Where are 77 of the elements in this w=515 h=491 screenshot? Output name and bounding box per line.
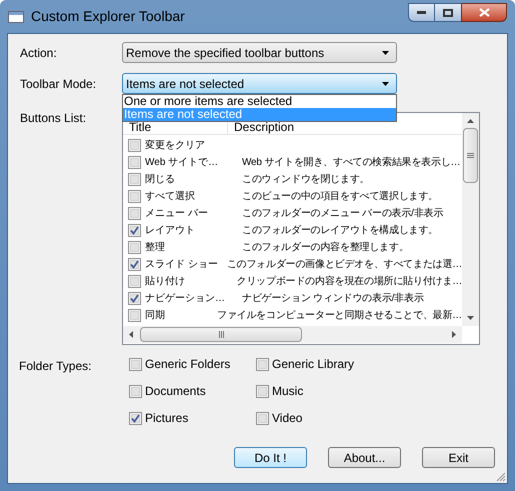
action-dropdown[interactable]: Remove the specified toolbar buttons bbox=[122, 42, 397, 63]
grip-icon bbox=[467, 153, 474, 158]
action-label: Action: bbox=[20, 44, 58, 62]
scroll-thumb[interactable] bbox=[140, 327, 302, 342]
table-cell-text: 整理 bbox=[145, 241, 166, 255]
table-cell-text: ナビゲーション… bbox=[145, 292, 226, 306]
checkbox[interactable] bbox=[128, 139, 141, 152]
grip-icon bbox=[218, 331, 224, 338]
minimize-button[interactable] bbox=[408, 3, 435, 22]
caret-icon bbox=[382, 82, 389, 86]
table-cell-text: このフォルダーのレイアウトを構成します。 bbox=[242, 224, 438, 238]
table-cell-text: クリップボードの内容を現在の場所に貼り付けま… bbox=[236, 274, 462, 289]
toolbar-mode-dropdown[interactable]: Items are not selected bbox=[122, 73, 397, 94]
checkbox[interactable] bbox=[128, 292, 141, 305]
checkbox[interactable] bbox=[129, 412, 142, 424]
scroll-thumb[interactable] bbox=[463, 128, 478, 183]
checkbox[interactable] bbox=[128, 275, 141, 288]
dropdown-value: Remove the specified toolbar buttons bbox=[126, 44, 324, 62]
table-cell-text: Web サイトで… bbox=[145, 156, 220, 170]
checkbox[interactable] bbox=[256, 384, 269, 398]
left-arrow-icon bbox=[129, 331, 133, 338]
app-icon bbox=[8, 10, 24, 22]
table-cell-text: ナビゲーション ウィンドウの表示/非表示 bbox=[242, 292, 424, 306]
table-cell-text: このビューの中の項目をすべて選択します。 bbox=[242, 190, 438, 204]
dialog-button[interactable]: Do It ! bbox=[234, 447, 307, 468]
checkbox[interactable] bbox=[129, 358, 142, 370]
checkbox-label: Documents bbox=[145, 383, 206, 400]
checkbox[interactable] bbox=[128, 241, 141, 254]
checkbox-label: Pictures bbox=[145, 410, 188, 427]
minimize-icon bbox=[417, 11, 426, 14]
close-button[interactable] bbox=[461, 3, 507, 22]
checkbox[interactable] bbox=[129, 384, 142, 398]
dropdown-value: Items are not selected bbox=[126, 76, 244, 92]
table-cell-text: ファイルをコンピューターと同期させることで、最新… bbox=[216, 308, 462, 323]
checkbox[interactable] bbox=[128, 309, 141, 322]
table-cell-text: メニュー バー bbox=[145, 207, 209, 221]
buttons-list-label: Buttons List: bbox=[20, 110, 88, 127]
folder-types-label: Folder Types: bbox=[19, 358, 92, 375]
dialog-button[interactable]: Exit bbox=[422, 447, 495, 468]
checkbox[interactable] bbox=[128, 207, 141, 220]
toolbar-mode-label: Toolbar Mode: bbox=[20, 76, 98, 92]
maximize-button[interactable] bbox=[435, 3, 461, 22]
horizontal-scrollbar[interactable] bbox=[123, 326, 462, 343]
dialog-button[interactable]: About... bbox=[328, 447, 401, 468]
table-cell-text: このフォルダーのメニュー バーの表示/非表示 bbox=[242, 206, 444, 221]
checkbox-label: Generic Library bbox=[272, 356, 354, 373]
close-icon bbox=[478, 8, 490, 17]
checkbox-label: Music bbox=[272, 383, 304, 400]
table-cell-text: レイアウト bbox=[145, 224, 196, 238]
checkbox-label: Generic Folders bbox=[145, 356, 230, 373]
down-arrow-icon bbox=[467, 316, 474, 320]
checkbox[interactable] bbox=[128, 156, 141, 169]
vertical-scrollbar[interactable] bbox=[462, 113, 479, 326]
table-cell-text: スライド ショー bbox=[145, 258, 219, 272]
checkbox[interactable] bbox=[256, 412, 269, 424]
table-cell-text: このフォルダーの内容を整理します。 bbox=[242, 240, 409, 255]
checkbox-label: Video bbox=[272, 410, 302, 427]
checkbox[interactable] bbox=[128, 224, 141, 237]
up-arrow-icon bbox=[467, 119, 474, 123]
checkbox[interactable] bbox=[128, 190, 141, 203]
table-cell-text: すべて選択 bbox=[145, 190, 196, 204]
table-cell-text: 閉じる bbox=[145, 173, 176, 187]
window-title: Custom Explorer Toolbar bbox=[31, 7, 185, 26]
caret-icon bbox=[382, 50, 389, 54]
table-cell-text: 貼り付け bbox=[145, 274, 186, 289]
table-cell-text: 同期 bbox=[145, 308, 166, 323]
maximize-icon bbox=[443, 8, 453, 16]
dropdown-option[interactable]: One or more items are selected bbox=[123, 95, 396, 108]
table-cell-text: 変更をクリア bbox=[145, 138, 206, 153]
resize-grip-icon bbox=[496, 472, 506, 482]
table-cell-text: このウィンドウを閉じます。 bbox=[242, 173, 370, 187]
table-cell-text: Web サイトを開き、すべての検索結果を表示し… bbox=[242, 156, 460, 170]
checkbox[interactable] bbox=[256, 358, 269, 370]
checkbox[interactable] bbox=[128, 173, 141, 186]
checkbox[interactable] bbox=[128, 258, 141, 271]
table-cell-text: このフォルダーの画像とビデオを、すべてまたは選… bbox=[226, 258, 462, 272]
right-arrow-icon bbox=[452, 331, 456, 338]
